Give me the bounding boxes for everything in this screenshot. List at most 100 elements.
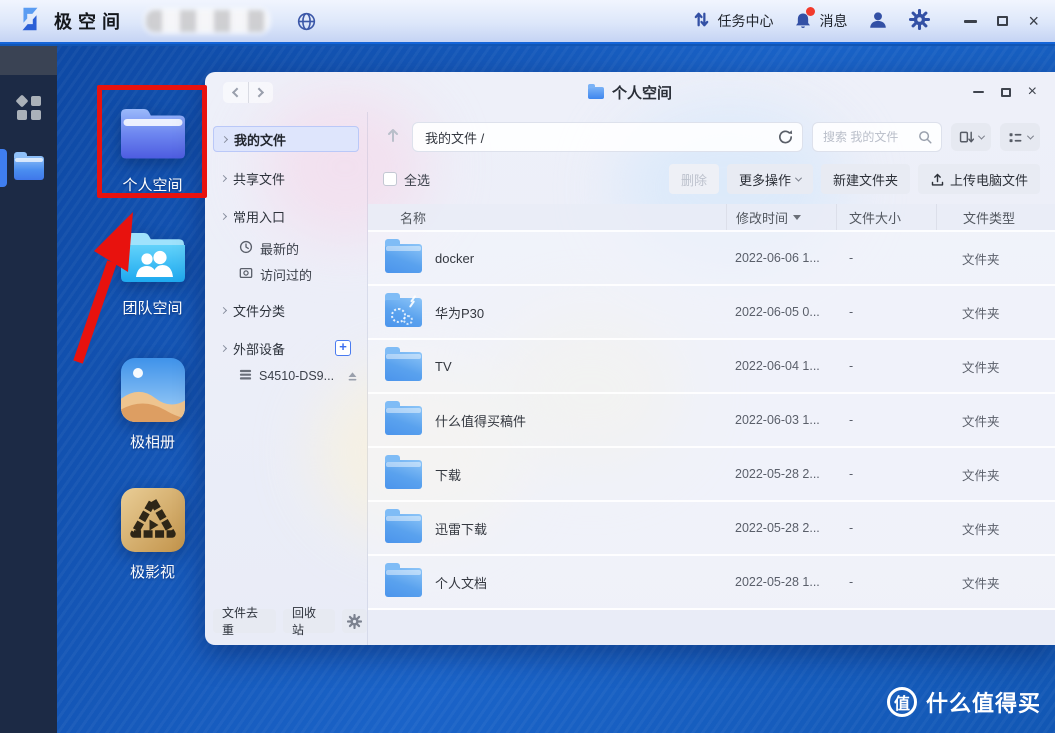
clock-icon xyxy=(239,240,253,257)
chevron-right-icon xyxy=(220,344,227,351)
maximize-button[interactable] xyxy=(1001,88,1011,97)
folder-icon xyxy=(385,298,422,327)
folder-icon xyxy=(385,406,422,435)
file-name-cell: TV xyxy=(368,352,726,381)
smzdm-text: 什么值得买 xyxy=(926,686,1041,718)
column-modified[interactable]: 修改时间 xyxy=(726,204,836,230)
maximize-button[interactable] xyxy=(997,16,1008,26)
sort-desc-icon xyxy=(793,215,801,224)
messages-button[interactable]: 消息 xyxy=(793,11,847,31)
action-buttons: 删除 更多操作 新建文件夹 xyxy=(669,164,1040,194)
chevron-down-icon xyxy=(795,174,802,181)
file-modified: 2022-05-28 2... xyxy=(726,467,836,481)
file-size: - xyxy=(836,521,936,535)
file-type: 文件夹 xyxy=(936,357,1055,376)
app-team-space[interactable]: 团队空间 xyxy=(95,228,210,318)
table-row[interactable]: TV 2022-06-04 1... - 文件夹 xyxy=(368,340,1055,394)
file-list-panel: 全选 删除 更多操作 新建文件夹 xyxy=(368,112,1055,645)
table-row[interactable]: 下载 2022-05-28 2... - 文件夹 xyxy=(368,448,1055,502)
list-view-icon xyxy=(1007,129,1024,146)
delete-button[interactable]: 删除 xyxy=(669,164,719,194)
sidebar-item-common-entry[interactable]: 常用入口 xyxy=(213,206,359,226)
close-button[interactable]: × xyxy=(1028,16,1039,26)
history-nav-group xyxy=(223,82,273,103)
minimize-button[interactable] xyxy=(973,91,984,94)
sidebar-item-my-files[interactable]: 我的文件 xyxy=(213,126,359,152)
task-center-button[interactable]: 任务中心 xyxy=(692,10,773,32)
sidebar-footer: 文件去重 回收站 xyxy=(213,609,367,633)
chevron-down-icon xyxy=(1027,132,1034,139)
chevron-right-icon xyxy=(221,135,228,142)
sidebar-item-external-devices[interactable]: 外部设备 + xyxy=(213,338,359,358)
table-row[interactable]: 迅雷下载 2022-05-28 2... - 文件夹 xyxy=(368,502,1055,556)
more-actions-button[interactable]: 更多操作 xyxy=(727,164,813,194)
new-folder-button[interactable]: 新建文件夹 xyxy=(821,164,910,194)
up-directory-button[interactable] xyxy=(383,125,403,150)
table-row[interactable]: 什么值得买稿件 2022-06-03 1... - 文件夹 xyxy=(368,394,1055,448)
folder-icon xyxy=(385,514,422,543)
rail-apps-button[interactable] xyxy=(0,86,57,130)
back-button[interactable] xyxy=(223,82,248,103)
file-name: 下载 xyxy=(435,465,461,484)
censored-username xyxy=(146,10,268,32)
sidebar-item-shared-files[interactable]: 共享文件 xyxy=(213,168,359,188)
user-icon xyxy=(867,9,889,34)
select-all-checkbox[interactable] xyxy=(383,172,397,186)
minimize-button[interactable] xyxy=(964,20,977,23)
file-type: 文件夹 xyxy=(936,573,1055,592)
column-type[interactable]: 文件类型 xyxy=(936,204,1055,230)
globe-icon[interactable] xyxy=(296,11,317,32)
chevron-right-icon xyxy=(254,88,264,98)
file-size: - xyxy=(836,305,936,319)
file-name: 迅雷下载 xyxy=(435,519,487,538)
sidebar-item-latest[interactable]: 最新的 xyxy=(213,238,359,258)
table-row[interactable]: 华为P30 2022-06-05 0... - 文件夹 xyxy=(368,286,1055,340)
recycle-bin-button[interactable]: 回收站 xyxy=(283,609,335,633)
topbar-right: 任务中心 消息 xyxy=(692,9,1039,34)
smzdm-watermark: 值 什么值得买 xyxy=(887,686,1041,718)
window-controls: × xyxy=(973,72,1037,112)
view-mode-button[interactable] xyxy=(1000,123,1040,151)
settings-button[interactable] xyxy=(909,9,930,33)
folder-icon xyxy=(385,460,422,489)
sort-button[interactable] xyxy=(951,123,991,151)
column-size[interactable]: 文件大小 xyxy=(836,204,936,230)
desktop-area: 个人空间 团队空间 xyxy=(0,46,1055,733)
file-name: TV xyxy=(435,359,452,374)
window-sidebar: 我的文件 共享文件 常用入口 最新的 xyxy=(205,112,368,645)
table-row[interactable]: 个人文档 2022-05-28 1... - 文件夹 xyxy=(368,556,1055,610)
upload-button[interactable]: 上传电脑文件 xyxy=(918,164,1040,194)
file-table-body: docker 2022-06-06 1... - 文件夹 华为P30 2022-… xyxy=(368,232,1055,645)
settings-button[interactable] xyxy=(342,609,367,633)
visited-icon xyxy=(239,266,253,283)
file-name: docker xyxy=(435,251,474,266)
file-manager-window: 个人空间 × 我的文件 共享文件 xyxy=(205,72,1055,645)
column-name[interactable]: 名称 xyxy=(368,208,726,227)
app-photo-album[interactable]: 极相册 xyxy=(95,358,210,452)
zspace-logo-icon xyxy=(16,5,44,38)
table-header: 名称 修改时间 文件大小 文件类型 xyxy=(368,204,1055,232)
file-type: 文件夹 xyxy=(936,303,1055,322)
sidebar-item-file-categories[interactable]: 文件分类 xyxy=(213,300,359,320)
file-modified: 2022-06-03 1... xyxy=(726,413,836,427)
sidebar-item-visited[interactable]: 访问过的 xyxy=(213,264,359,284)
sidebar-item-device[interactable]: S4510-DS9... xyxy=(213,366,359,386)
selection-toolbar: 全选 删除 更多操作 新建文件夹 xyxy=(368,164,1055,194)
path-input[interactable] xyxy=(413,123,802,151)
dedupe-button[interactable]: 文件去重 xyxy=(213,609,276,633)
rail-files-button[interactable] xyxy=(0,146,57,190)
eject-icon[interactable] xyxy=(346,370,359,383)
file-name: 什么值得买稿件 xyxy=(435,411,526,430)
table-row[interactable]: docker 2022-06-06 1... - 文件夹 xyxy=(368,232,1055,286)
team-space-folder-icon xyxy=(95,228,210,288)
refresh-icon[interactable] xyxy=(777,129,794,146)
forward-button[interactable] xyxy=(248,82,274,103)
bell-icon xyxy=(793,11,813,31)
app-movies[interactable]: 极影视 xyxy=(95,488,210,582)
add-device-button[interactable]: + xyxy=(335,340,351,356)
user-account-button[interactable] xyxy=(867,9,889,34)
active-indicator xyxy=(0,149,7,187)
file-type: 文件夹 xyxy=(936,249,1055,268)
close-button[interactable]: × xyxy=(1028,87,1037,97)
search-icon[interactable] xyxy=(917,129,933,145)
